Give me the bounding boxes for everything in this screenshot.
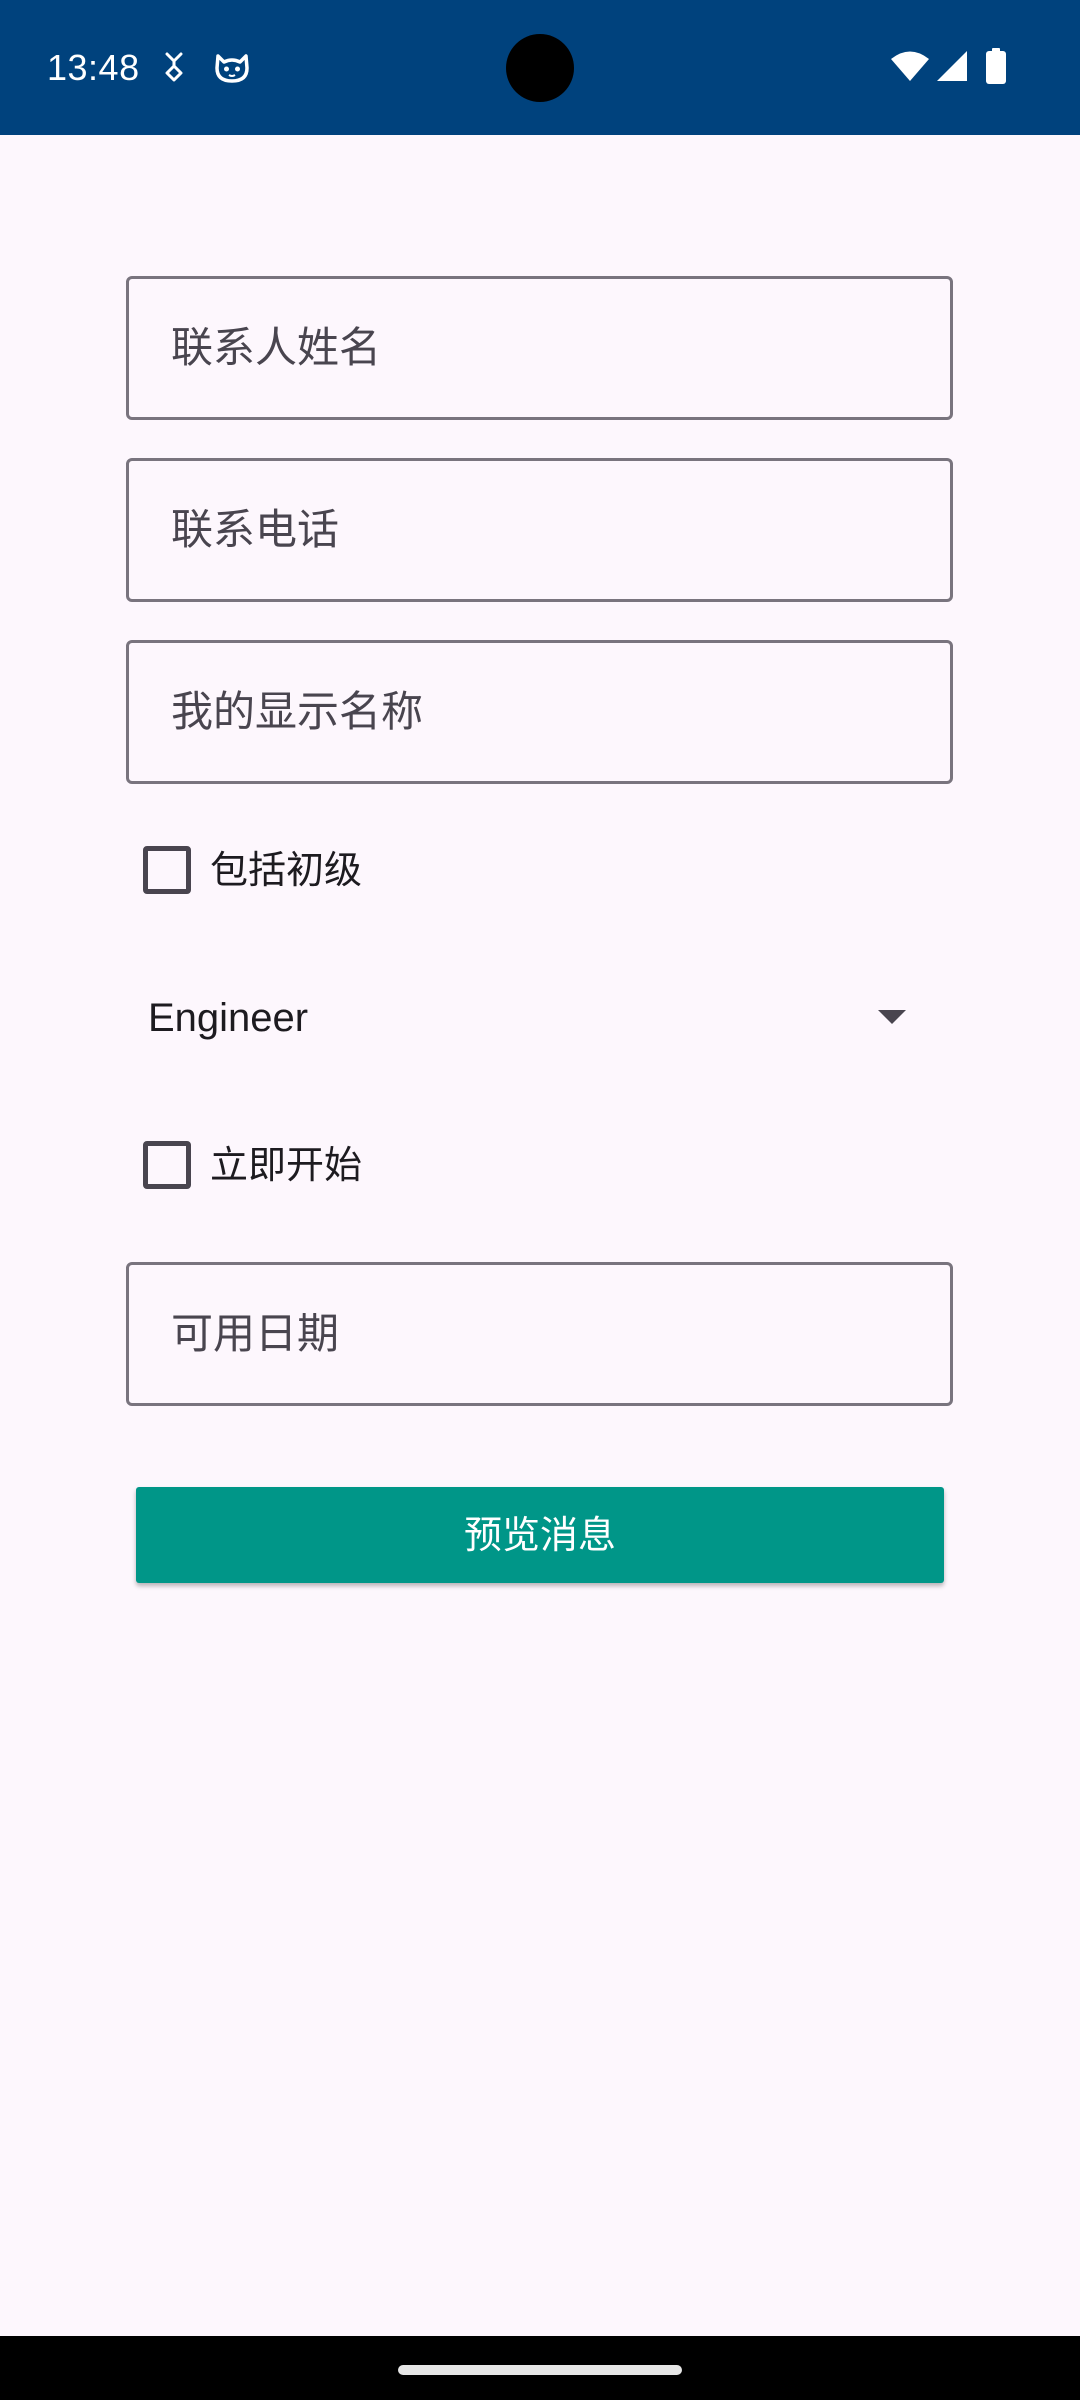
status-time: 13:48 (47, 47, 140, 88)
status-bar: 13:48 (0, 0, 1080, 135)
contact-phone-field[interactable]: 联系电话 (126, 458, 953, 602)
contact-name-field[interactable]: 联系人姓名 (126, 276, 953, 420)
home-gesture-handle[interactable] (398, 2365, 682, 2375)
display-name-field[interactable]: 我的显示名称 (126, 640, 953, 784)
include-junior-checkbox[interactable] (143, 846, 191, 894)
cellular-signal-icon (937, 51, 967, 81)
role-dropdown-value: Engineer (148, 996, 309, 1040)
available-date-field[interactable]: 可用日期 (126, 1262, 953, 1406)
wifi-icon (891, 51, 929, 81)
usb-debug-icon (165, 52, 183, 82)
include-junior-label: 包括初级 (210, 848, 363, 892)
camera-cutout (506, 34, 574, 102)
preview-message-button[interactable]: 预览消息 (136, 1487, 944, 1583)
contact-name-placeholder: 联系人姓名 (171, 323, 382, 372)
start-immediately-label: 立即开始 (210, 1143, 363, 1187)
display-name-placeholder: 我的显示名称 (171, 687, 424, 736)
role-dropdown[interactable]: Engineer (126, 980, 953, 1056)
start-immediately-checkbox[interactable] (143, 1141, 191, 1189)
cat-notification-icon (215, 54, 249, 83)
battery-icon (986, 48, 1006, 84)
contact-phone-placeholder: 联系电话 (171, 505, 340, 554)
dropdown-arrow-icon (878, 1010, 906, 1024)
available-date-placeholder: 可用日期 (171, 1309, 340, 1358)
